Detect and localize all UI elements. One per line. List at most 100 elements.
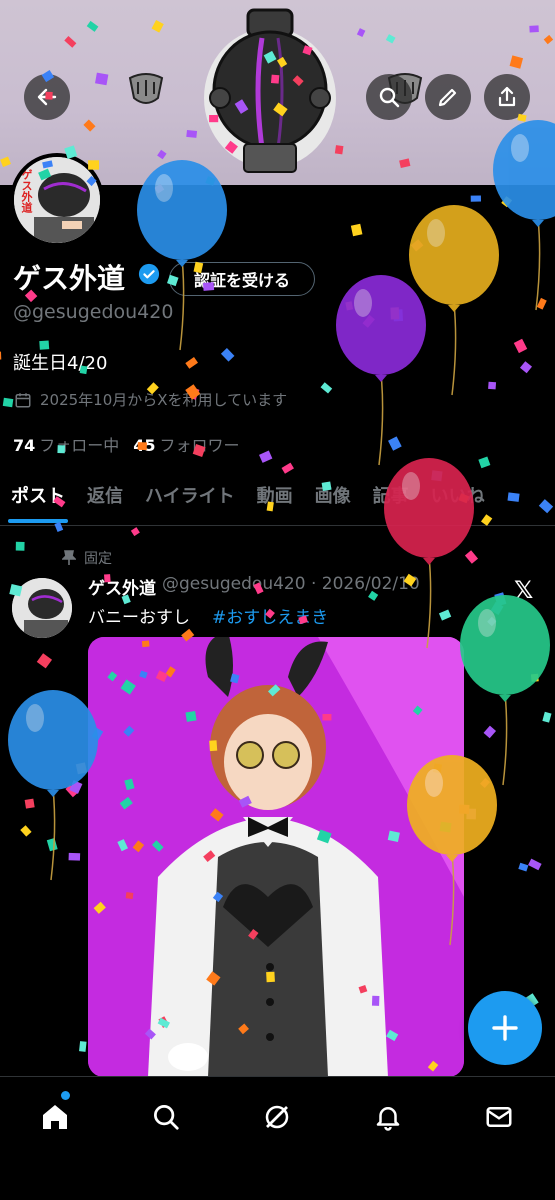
confetti-piece bbox=[519, 361, 533, 374]
confetti-piece bbox=[480, 777, 490, 788]
pinned-indicator: 固定 bbox=[62, 548, 112, 568]
nav-messages[interactable] bbox=[479, 1097, 519, 1137]
bottom-nav bbox=[0, 1076, 555, 1200]
grok-icon bbox=[265, 1105, 289, 1129]
post-hashtag[interactable]: #おすしえまき bbox=[212, 608, 328, 628]
confetti-piece bbox=[79, 1041, 87, 1052]
confetti-piece bbox=[464, 550, 479, 564]
confetti-piece bbox=[466, 808, 477, 820]
pin-icon bbox=[62, 550, 76, 565]
confetti-piece bbox=[154, 183, 165, 194]
following-link[interactable]: 74 フォロー中 bbox=[13, 432, 119, 456]
balloon bbox=[409, 205, 499, 396]
confetti-piece bbox=[75, 762, 88, 775]
share-icon bbox=[498, 86, 516, 107]
tab-articles[interactable]: 記事 bbox=[362, 476, 420, 525]
confetti-piece bbox=[388, 436, 402, 451]
post-text: バニーおすし #おすしえまき bbox=[88, 603, 328, 628]
calendar-icon bbox=[15, 392, 31, 407]
confetti-piece bbox=[345, 301, 354, 311]
share-button[interactable] bbox=[484, 74, 530, 120]
confetti-piece bbox=[438, 609, 452, 621]
avatar-text: ゲス外道 bbox=[20, 169, 33, 213]
post-author-name[interactable]: ゲス外道 bbox=[88, 574, 156, 599]
get-verified-button[interactable]: 認証を受ける bbox=[169, 262, 315, 296]
tab-videos[interactable]: 動画 bbox=[246, 476, 304, 525]
confetti-piece bbox=[518, 862, 529, 872]
confetti-piece bbox=[130, 527, 140, 537]
confetti-piece bbox=[390, 307, 400, 320]
confetti-piece bbox=[488, 381, 497, 390]
tab-highlights[interactable]: ハイライト bbox=[134, 476, 246, 525]
bell-icon bbox=[376, 1107, 400, 1131]
confetti-piece bbox=[490, 601, 504, 615]
confetti-piece bbox=[0, 351, 2, 360]
confetti-piece bbox=[2, 397, 14, 408]
x-logo-icon: 𝕏 bbox=[514, 576, 534, 604]
post-meta: @gesugedou420 · 2026/02/10 bbox=[162, 574, 420, 594]
nav-grok[interactable] bbox=[257, 1097, 297, 1137]
confetti-piece bbox=[393, 309, 404, 322]
post-author-avatar[interactable] bbox=[12, 578, 72, 638]
back-arrow-icon bbox=[37, 88, 57, 106]
confetti-piece bbox=[24, 798, 35, 809]
confetti-piece bbox=[362, 314, 375, 328]
profile-handle: @gesugedou420 bbox=[13, 301, 174, 323]
confetti-piece bbox=[513, 338, 528, 354]
confetti-piece bbox=[542, 711, 552, 723]
confetti-piece bbox=[501, 196, 513, 208]
confetti-piece bbox=[494, 592, 507, 607]
confetti-piece bbox=[478, 456, 491, 469]
tab-posts[interactable]: ポスト bbox=[0, 476, 76, 525]
confetti-piece bbox=[220, 347, 235, 362]
joined-text: 2025年10月からXを利用しています bbox=[40, 391, 288, 409]
profile-banner[interactable] bbox=[0, 0, 555, 185]
nav-search[interactable] bbox=[146, 1097, 186, 1137]
post-illustration bbox=[88, 637, 464, 1077]
confetti-piece bbox=[487, 616, 497, 627]
search-button[interactable] bbox=[366, 74, 412, 120]
confetti-piece bbox=[530, 673, 539, 682]
follow-stats: 74 フォロー中 45 フォロワー bbox=[13, 432, 240, 456]
plus-icon bbox=[492, 1015, 518, 1041]
search-icon bbox=[379, 87, 400, 108]
notification-dot bbox=[61, 1091, 70, 1100]
balloon bbox=[8, 690, 98, 881]
tab-likes[interactable]: いいね bbox=[420, 476, 496, 525]
banner-claw-left bbox=[128, 73, 164, 104]
confetti-piece bbox=[69, 780, 83, 794]
post-image[interactable] bbox=[88, 637, 464, 1077]
joined-date: 2025年10月からXを利用しています bbox=[14, 389, 287, 410]
confetti-piece bbox=[185, 356, 198, 369]
tab-replies[interactable]: 返信 bbox=[76, 476, 134, 525]
nav-home[interactable] bbox=[35, 1097, 75, 1137]
post-avatar-art bbox=[12, 578, 72, 638]
confetti-piece bbox=[20, 825, 32, 837]
display-name: ゲス外道 bbox=[13, 262, 126, 295]
confetti-piece bbox=[65, 784, 78, 798]
compose-button[interactable] bbox=[468, 991, 542, 1065]
home-icon bbox=[43, 1105, 67, 1129]
confetti-piece bbox=[320, 382, 333, 394]
confetti-piece bbox=[259, 450, 273, 463]
pinned-label: 固定 bbox=[84, 551, 112, 567]
confetti-piece bbox=[46, 838, 58, 852]
post-body: バニーおすし bbox=[88, 608, 190, 628]
profile-avatar[interactable]: ゲス外道 bbox=[10, 153, 104, 247]
confetti-piece bbox=[350, 223, 363, 237]
balloon bbox=[460, 595, 550, 786]
confetti-piece bbox=[470, 195, 482, 202]
balloon bbox=[336, 275, 426, 466]
mail-icon bbox=[486, 1107, 512, 1127]
confetti-piece bbox=[68, 852, 81, 861]
verified-badge-icon[interactable] bbox=[138, 263, 160, 285]
pencil-icon bbox=[438, 88, 457, 107]
search-icon bbox=[154, 1105, 179, 1130]
confetti-piece bbox=[15, 541, 25, 551]
confetti-piece bbox=[536, 297, 547, 310]
nav-notifications[interactable] bbox=[368, 1097, 408, 1137]
followers-link[interactable]: 45 フォロワー bbox=[133, 432, 239, 456]
edit-profile-button[interactable] bbox=[425, 74, 471, 120]
tab-images[interactable]: 画像 bbox=[304, 476, 362, 525]
back-button[interactable] bbox=[24, 74, 70, 120]
